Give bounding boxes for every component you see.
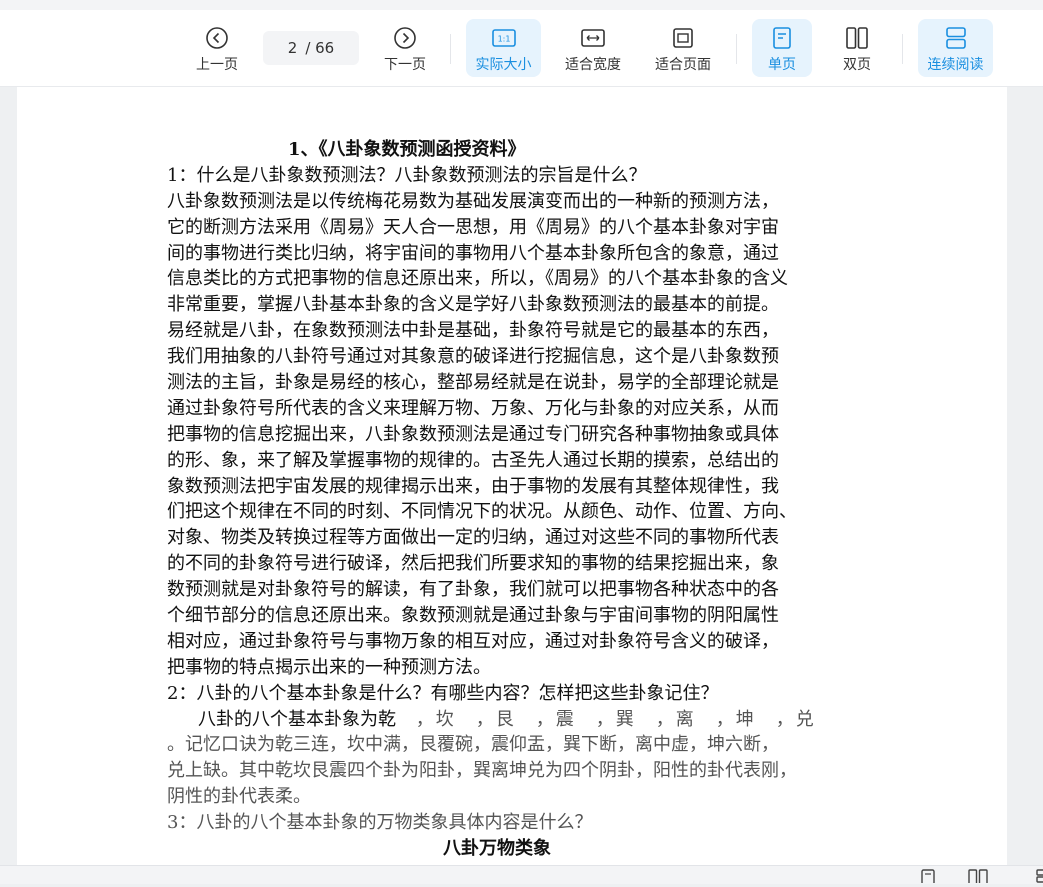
body-line: 的形、象，来了解及掌握事物的规律的。古圣先人通过长期的摸索，总结出的 <box>167 449 779 471</box>
trigram-intro: 八卦的八个基本卦象为乾 <box>198 708 396 730</box>
continuous-scroll-icon <box>944 25 968 51</box>
body-line: 间的事物进行类比归纳，将宇宙间的事物用八个基本卦象所包含的象意，通过 <box>167 242 779 264</box>
chevron-right-circle-icon <box>393 25 417 51</box>
body-line: 八卦象数预测法是以传统梅花易数为基础发展演变而出的一种新的预测方法， <box>167 190 779 212</box>
body-line: 把事物的特点揭示出来的一种预测方法。 <box>167 656 491 678</box>
page-number-field[interactable]: 2 / 66 <box>263 31 359 65</box>
single-page-label: 单页 <box>768 57 796 73</box>
body-line: 我们用抽象的八卦符号通过对其象意的破译进行挖掘信息，这个是八卦象数预 <box>167 346 779 368</box>
prev-page-label: 上一页 <box>196 57 238 73</box>
svg-text:1:1: 1:1 <box>497 35 510 44</box>
document-page: 1、《八卦象数预测函授资料》 1：什么是八卦象数预测法？八卦象数预测法的宗旨是什… <box>17 87 1007 865</box>
section-title: 八卦万物类象 <box>443 838 551 860</box>
document-title: 1、《八卦象数预测函授资料》 <box>288 139 526 160</box>
question-1: 1：什么是八卦象数预测法？八卦象数预测法的宗旨是什么？ <box>167 164 647 186</box>
question-2: 2：八卦的八个基本卦象是什么？有哪些内容？怎样把这些卦象记住？ <box>167 682 719 704</box>
current-page-input[interactable]: 2 <box>288 39 298 57</box>
fit-width-button[interactable]: 适合宽度 <box>556 19 630 77</box>
toolbar-divider <box>450 34 451 64</box>
single-page-button[interactable]: 单页 <box>752 19 812 77</box>
double-page-button[interactable]: 双页 <box>827 19 887 77</box>
single-page-icon <box>772 25 792 51</box>
body-line: 非常重要，掌握八卦基本卦象的含义是学好八卦象数预测法的最基本的前提。 <box>167 294 779 316</box>
next-page-button[interactable]: 下一页 <box>375 19 435 77</box>
continuous-reading-label: 连续阅读 <box>927 57 984 73</box>
fit-page-icon <box>671 25 695 51</box>
actual-size-label: 实际大小 <box>475 57 532 73</box>
toolbar-divider <box>736 34 737 64</box>
actual-size-button[interactable]: 1:1 实际大小 <box>466 19 541 77</box>
status-bar <box>0 865 1043 887</box>
question-1-section: 1：什么是八卦象数预测法？八卦象数预测法的宗旨是什么？ 八卦象数预测法是以传统梅花… <box>167 163 867 681</box>
memory-rhyme-line-3: 阴性的卦代表柔。 <box>167 786 311 808</box>
double-page-mini-icon[interactable] <box>968 868 988 887</box>
body-line: 把事物的信息挖掘出来，八卦象数预测法是通过专门研究各种事物抽象或具体 <box>167 423 779 445</box>
body-line: 信息类比的方式把事物的信息还原出来，所以，《周易》的八个基本卦象的含义 <box>167 268 788 290</box>
double-page-label: 双页 <box>843 57 871 73</box>
single-page-mini-icon[interactable] <box>920 868 936 887</box>
actual-size-icon: 1:1 <box>491 25 517 51</box>
chevron-left-circle-icon <box>205 25 229 51</box>
body-line: 测法的主旨，卦象是易经的核心，整部易经就是在说卦，易学的全部理论就是 <box>167 372 779 394</box>
body-line: 它的断测方法采用《周易》天人合一思想，用《周易》的八个基本卦象对宇宙 <box>167 216 779 238</box>
body-line: 数预测就是对卦象符号的解读，有了卦象，我们就可以把事物各种状态中的各 <box>167 579 779 601</box>
body-line: 们把这个规律在不同的时刻、不同情况下的状况。从颜色、动作、位置、方向、 <box>167 501 797 523</box>
body-line: 对象、物类及转换过程等方面做出一定的归纳，通过对这些不同的事物所代表 <box>167 527 779 549</box>
next-page-label: 下一页 <box>384 57 426 73</box>
question-3: 3：八卦的八个基本卦象的万物类象具体内容是什么？ <box>167 812 593 834</box>
fit-width-icon <box>580 25 606 51</box>
memory-rhyme-line-1: 。记忆口诀为乾三连，坎中满，艮覆碗，震仰盂，巽下断，离中虚，坤六断， <box>167 734 779 756</box>
body-line: 的不同的卦象符号进行破译，然后把我们所要求知的事物的结果挖掘出来，象 <box>167 553 779 575</box>
viewer-toolbar: 上一页 2 / 66 下一页 1:1 实际大小 适合宽度 适合页面 单页 双页 … <box>0 10 1043 87</box>
continuous-reading-button[interactable]: 连续阅读 <box>918 19 993 77</box>
prev-page-button[interactable]: 上一页 <box>187 19 247 77</box>
fit-width-label: 适合宽度 <box>565 57 621 73</box>
document-text: 1、《八卦象数预测函授资料》 1：什么是八卦象数预测法？八卦象数预测法的宗旨是什… <box>167 137 867 862</box>
body-line: 象数预测法把宇宙发展的规律揭示出来，由于事物的发展有其整体规律性，我 <box>167 475 779 497</box>
continuous-mini-icon[interactable] <box>1036 868 1043 887</box>
toolbar-divider <box>902 34 903 64</box>
fit-page-label: 适合页面 <box>655 57 711 73</box>
body-line: 易经就是八卦，在象数预测法中卦是基础，卦象符号就是它的最基本的东西， <box>167 320 779 342</box>
body-line: 个细节部分的信息还原出来。象数预测就是通过卦象与宇宙间事物的阴阳属性 <box>167 605 779 627</box>
body-line: 相对应，通过卦象符号与事物万象的相互对应，通过对卦象符号含义的破译， <box>167 630 779 652</box>
document-viewport[interactable]: 1、《八卦象数预测函授资料》 1：什么是八卦象数预测法？八卦象数预测法的宗旨是什… <box>0 87 1043 865</box>
body-line: 通过卦象符号所代表的含义来理解万物、万象、万化与卦象的对应关系，从而 <box>167 397 779 419</box>
total-pages: / 66 <box>305 39 335 57</box>
trigram-list-line: 八卦的八个基本卦象为乾 ，坎 ，艮 ，震 ，巽 ，离 ，坤 ，兑 <box>167 707 867 733</box>
fit-page-button[interactable]: 适合页面 <box>646 19 720 77</box>
double-page-icon <box>845 25 869 51</box>
memory-rhyme-line-2: 兑上缺。其中乾坎艮震四个卦为阳卦，巽离坤兑为四个阴卦，阳性的卦代表刚， <box>167 760 797 782</box>
window-top-strip <box>0 0 1043 10</box>
trigram-names: ，坎 ，艮 ，震 ，巽 ，离 ，坤 ，兑 <box>415 708 816 730</box>
